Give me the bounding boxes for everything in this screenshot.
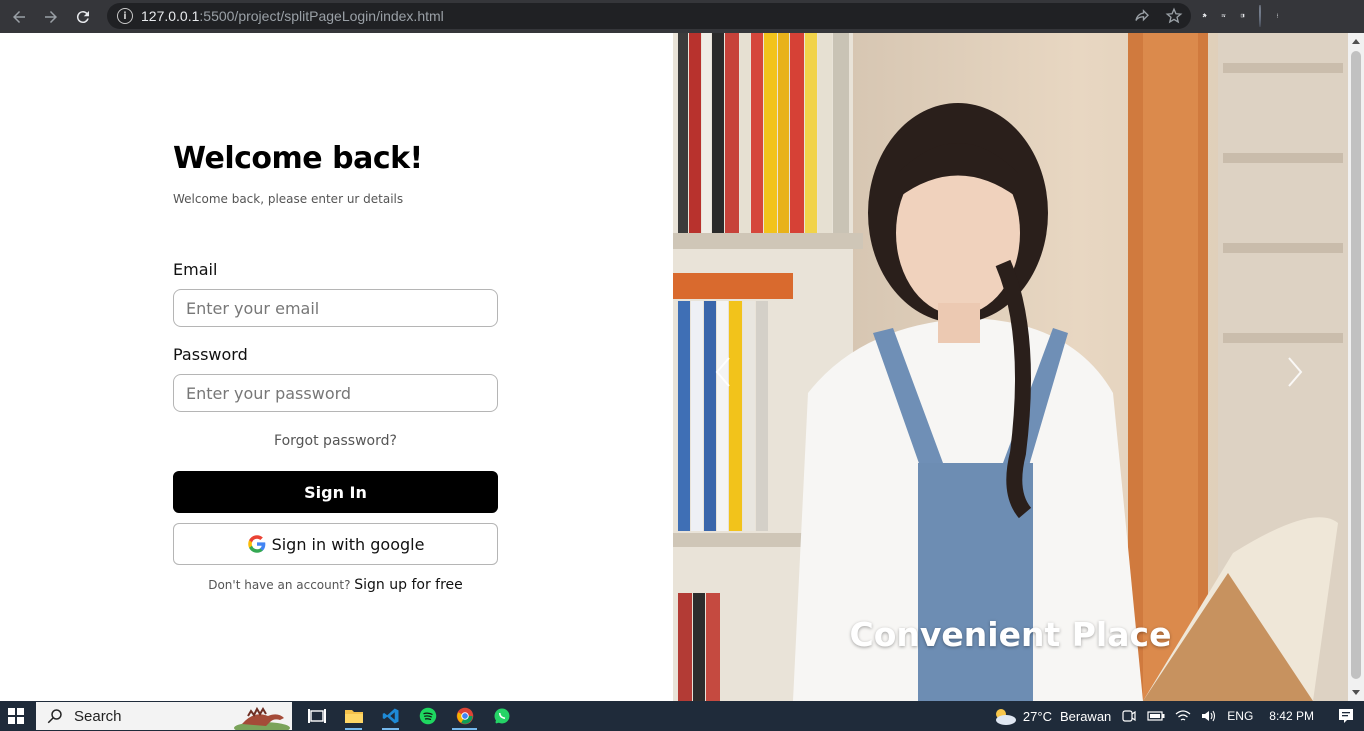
profile-avatar[interactable] [1259,5,1261,27]
carousel-photo [673,33,1348,701]
browser-toolbar: i 127.0.0.1:5500/project/splitPageLogin/… [0,0,1364,33]
dinosaur-highlight-icon [234,706,290,730]
windows-logo-icon [8,708,24,724]
start-button[interactable] [0,701,32,731]
signup-row: Don't have an account? Sign up for free [173,577,498,593]
taskbar: Search 27°C Berawan ENG 8:42 PM [0,701,1364,731]
arrow-right-icon [45,10,57,23]
sign-up-link[interactable]: Sign up for free [354,577,463,593]
file-explorer-button[interactable] [335,701,372,731]
chrome-icon [456,707,473,725]
slide-caption: Convenient Place [849,615,1172,654]
weather-widget[interactable]: 27°C Berawan [991,706,1111,726]
google-logo-icon [247,535,265,553]
weather-temperature: 27°C [1022,708,1052,724]
meet-now-icon[interactable] [1121,708,1137,724]
weather-description: Berawan [1059,708,1112,724]
vscode-icon [382,708,398,724]
site-info-icon[interactable]: i [117,8,133,24]
extensions-icon[interactable] [1202,13,1207,18]
clock[interactable]: 8:42 PM [1269,709,1314,723]
scroll-up-arrow[interactable] [1352,39,1360,44]
folder-icon [344,710,363,723]
reading-list-icon[interactable] [1221,13,1226,18]
url-text: 127.0.0.1:5500/project/splitPageLogin/in… [141,8,444,24]
forgot-password-link[interactable]: Forgot password? [173,433,498,449]
login-form: Welcome back! Welcome back, please enter… [173,141,498,593]
notifications-button[interactable] [1328,701,1364,731]
reload-icon [76,10,89,23]
whatsapp-button[interactable] [483,701,520,731]
forward-button[interactable] [38,4,64,30]
scroll-down-arrow[interactable] [1352,690,1360,695]
page-subtitle: Welcome back, please enter ur details [173,192,404,206]
image-carousel: Convenient Place [673,33,1348,701]
volume-icon[interactable] [1201,709,1217,723]
email-field[interactable] [173,289,498,327]
side-panel-icon[interactable] [1240,13,1245,18]
more-menu-icon[interactable] [1275,13,1280,18]
spotify-icon [419,707,436,725]
scrollbar-thumb[interactable] [1351,51,1361,679]
task-view-icon [307,709,326,723]
google-sign-in-button[interactable]: Sign in with google [173,523,498,565]
system-tray: 27°C Berawan ENG 8:42 PM [991,701,1364,731]
notification-icon [1339,709,1353,723]
email-label: Email [173,260,218,279]
password-label: Password [173,345,248,364]
address-bar[interactable]: i 127.0.0.1:5500/project/splitPageLogin/… [107,3,1191,29]
arrow-left-icon [13,10,25,23]
battery-icon[interactable] [1147,710,1165,722]
page-scrollbar[interactable] [1348,33,1364,701]
no-account-text: Don't have an account? [208,578,351,592]
language-indicator[interactable]: ENG [1227,709,1253,723]
chevron-right-icon [1288,357,1303,387]
search-label: Search [74,707,122,725]
sign-in-button[interactable]: Sign In [173,471,498,513]
login-panel: Welcome back! Welcome back, please enter… [0,33,673,701]
carousel-next-button[interactable] [1279,355,1309,389]
cloudy-weather-icon [995,709,1016,725]
password-field[interactable] [173,374,498,412]
chrome-button[interactable] [446,701,483,731]
taskbar-search[interactable]: Search [36,702,292,730]
bookmark-star-icon[interactable] [1165,7,1183,25]
spotify-button[interactable] [409,701,446,731]
page-title: Welcome back! [173,141,423,176]
reload-button[interactable] [70,4,96,30]
task-view-button[interactable] [298,701,335,731]
share-icon[interactable] [1133,7,1151,25]
back-button[interactable] [6,4,32,30]
vscode-button[interactable] [372,701,409,731]
wifi-icon[interactable] [1175,709,1191,723]
whatsapp-icon [494,708,509,724]
google-sign-in-label: Sign in with google [271,534,425,554]
search-icon [47,709,62,724]
carousel-prev-button[interactable] [709,355,739,389]
chevron-left-icon [715,357,730,387]
